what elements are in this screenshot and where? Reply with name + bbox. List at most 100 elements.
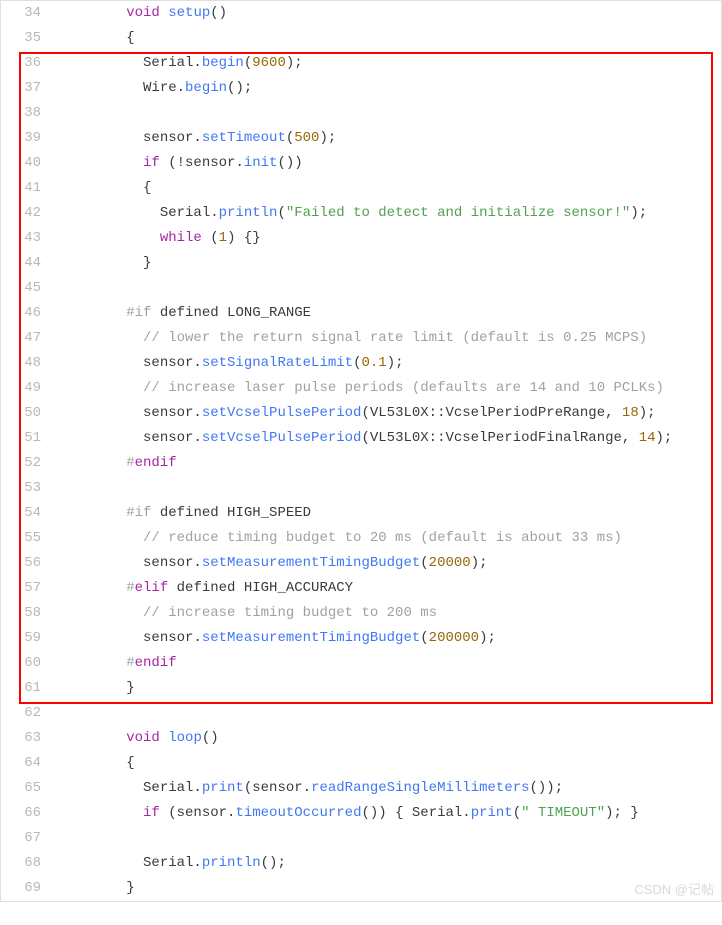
code-line[interactable]: 48 sensor.setSignalRateLimit(0.1); (1, 351, 721, 376)
code-line[interactable]: 58 // increase timing budget to 200 ms (1, 601, 721, 626)
code-token: defined HIGH_SPEED (151, 505, 311, 521)
code-content[interactable]: } (59, 676, 721, 701)
code-token: endif (135, 455, 177, 471)
code-line[interactable]: 34 void setup() (1, 1, 721, 26)
code-line[interactable]: 64 { (1, 751, 721, 776)
code-token: begin (202, 55, 244, 71)
code-content[interactable]: } (59, 251, 721, 276)
code-content[interactable]: Serial.println("Failed to detect and ini… (59, 201, 721, 226)
code-editor[interactable]: 34 void setup()35 {36 Serial.begin(9600)… (0, 0, 722, 902)
code-content[interactable]: Serial.print(sensor.readRangeSingleMilli… (59, 776, 721, 801)
code-content[interactable] (59, 101, 721, 126)
code-content[interactable] (59, 276, 721, 301)
code-token (59, 655, 126, 671)
code-content[interactable]: if (!sensor.init()) (59, 151, 721, 176)
code-line[interactable]: 59 sensor.setMeasurementTimingBudget(200… (1, 626, 721, 651)
code-line[interactable]: 44 } (1, 251, 721, 276)
code-line[interactable]: 47 // lower the return signal rate limit… (1, 326, 721, 351)
code-content[interactable]: #endif (59, 651, 721, 676)
code-content[interactable]: { (59, 176, 721, 201)
code-line[interactable]: 56 sensor.setMeasurementTimingBudget(200… (1, 551, 721, 576)
code-line[interactable]: 36 Serial.begin(9600); (1, 51, 721, 76)
code-line[interactable]: 53 (1, 476, 721, 501)
code-content[interactable]: sensor.setMeasurementTimingBudget(200000… (59, 626, 721, 651)
code-content[interactable] (59, 826, 721, 851)
code-token: ()) { Serial. (361, 805, 470, 821)
code-content[interactable]: } (59, 876, 721, 901)
code-token (59, 330, 143, 346)
code-token: ( (513, 805, 521, 821)
code-line[interactable]: 62 (1, 701, 721, 726)
code-content[interactable]: sensor.setVcselPulsePeriod(VL53L0X::Vcse… (59, 401, 721, 426)
code-line[interactable]: 51 sensor.setVcselPulsePeriod(VL53L0X::V… (1, 426, 721, 451)
line-number: 45 (1, 276, 59, 301)
code-content[interactable]: // increase timing budget to 200 ms (59, 601, 721, 626)
code-token: ); (387, 355, 404, 371)
code-token: ( (277, 205, 285, 221)
code-token: ); (639, 405, 656, 421)
code-content[interactable]: sensor.setMeasurementTimingBudget(20000)… (59, 551, 721, 576)
code-line[interactable]: 46 #if defined LONG_RANGE (1, 301, 721, 326)
code-line[interactable]: 45 (1, 276, 721, 301)
code-line[interactable]: 68 Serial.println(); (1, 851, 721, 876)
code-token (59, 505, 126, 521)
code-content[interactable]: // lower the return signal rate limit (d… (59, 326, 721, 351)
code-token: sensor. (59, 555, 202, 571)
code-token (160, 730, 168, 746)
code-line[interactable]: 50 sensor.setVcselPulsePeriod(VL53L0X::V… (1, 401, 721, 426)
code-content[interactable]: #elif defined HIGH_ACCURACY (59, 576, 721, 601)
code-line[interactable]: 69 } (1, 876, 721, 901)
line-number: 62 (1, 701, 59, 726)
line-number: 66 (1, 801, 59, 826)
code-token: Serial. (59, 855, 202, 871)
code-line[interactable]: 43 while (1) {} (1, 226, 721, 251)
code-content[interactable]: sensor.setSignalRateLimit(0.1); (59, 351, 721, 376)
code-content[interactable]: sensor.setVcselPulsePeriod(VL53L0X::Vcse… (59, 426, 721, 451)
code-line[interactable]: 67 (1, 826, 721, 851)
code-line[interactable]: 57 #elif defined HIGH_ACCURACY (1, 576, 721, 601)
code-content[interactable]: #if defined LONG_RANGE (59, 301, 721, 326)
line-number: 40 (1, 151, 59, 176)
code-line[interactable]: 42 Serial.println("Failed to detect and … (1, 201, 721, 226)
code-line[interactable]: 35 { (1, 26, 721, 51)
code-token: ); (471, 555, 488, 571)
line-number: 48 (1, 351, 59, 376)
code-content[interactable]: #endif (59, 451, 721, 476)
code-content[interactable]: void setup() (59, 1, 721, 26)
code-token: init (244, 155, 278, 171)
code-token: 0.1 (361, 355, 386, 371)
code-content[interactable]: Wire.begin(); (59, 76, 721, 101)
code-content[interactable]: { (59, 751, 721, 776)
code-line[interactable]: 49 // increase laser pulse periods (defa… (1, 376, 721, 401)
code-content[interactable]: Serial.println(); (59, 851, 721, 876)
code-content[interactable]: #if defined HIGH_SPEED (59, 501, 721, 526)
code-token: 14 (639, 430, 656, 446)
code-line[interactable]: 37 Wire.begin(); (1, 76, 721, 101)
code-content[interactable]: sensor.setTimeout(500); (59, 126, 721, 151)
line-number: 41 (1, 176, 59, 201)
code-line[interactable]: 61 } (1, 676, 721, 701)
code-line[interactable]: 60 #endif (1, 651, 721, 676)
code-line[interactable]: 63 void loop() (1, 726, 721, 751)
code-line[interactable]: 40 if (!sensor.init()) (1, 151, 721, 176)
code-line[interactable]: 55 // reduce timing budget to 20 ms (def… (1, 526, 721, 551)
code-content[interactable] (59, 701, 721, 726)
code-token: endif (135, 655, 177, 671)
code-content[interactable] (59, 476, 721, 501)
code-content[interactable]: void loop() (59, 726, 721, 751)
code-line[interactable]: 41 { (1, 176, 721, 201)
code-content[interactable]: // increase laser pulse periods (default… (59, 376, 721, 401)
code-content[interactable]: // reduce timing budget to 20 ms (defaul… (59, 526, 721, 551)
code-content[interactable]: if (sensor.timeoutOccurred()) { Serial.p… (59, 801, 721, 826)
code-line[interactable]: 65 Serial.print(sensor.readRangeSingleMi… (1, 776, 721, 801)
code-line[interactable]: 66 if (sensor.timeoutOccurred()) { Seria… (1, 801, 721, 826)
code-line[interactable]: 54 #if defined HIGH_SPEED (1, 501, 721, 526)
code-line[interactable]: 52 #endif (1, 451, 721, 476)
code-content[interactable]: while (1) {} (59, 226, 721, 251)
code-line[interactable]: 39 sensor.setTimeout(500); (1, 126, 721, 151)
code-token: ( (202, 230, 219, 246)
line-number: 56 (1, 551, 59, 576)
code-line[interactable]: 38 (1, 101, 721, 126)
code-content[interactable]: { (59, 26, 721, 51)
code-content[interactable]: Serial.begin(9600); (59, 51, 721, 76)
